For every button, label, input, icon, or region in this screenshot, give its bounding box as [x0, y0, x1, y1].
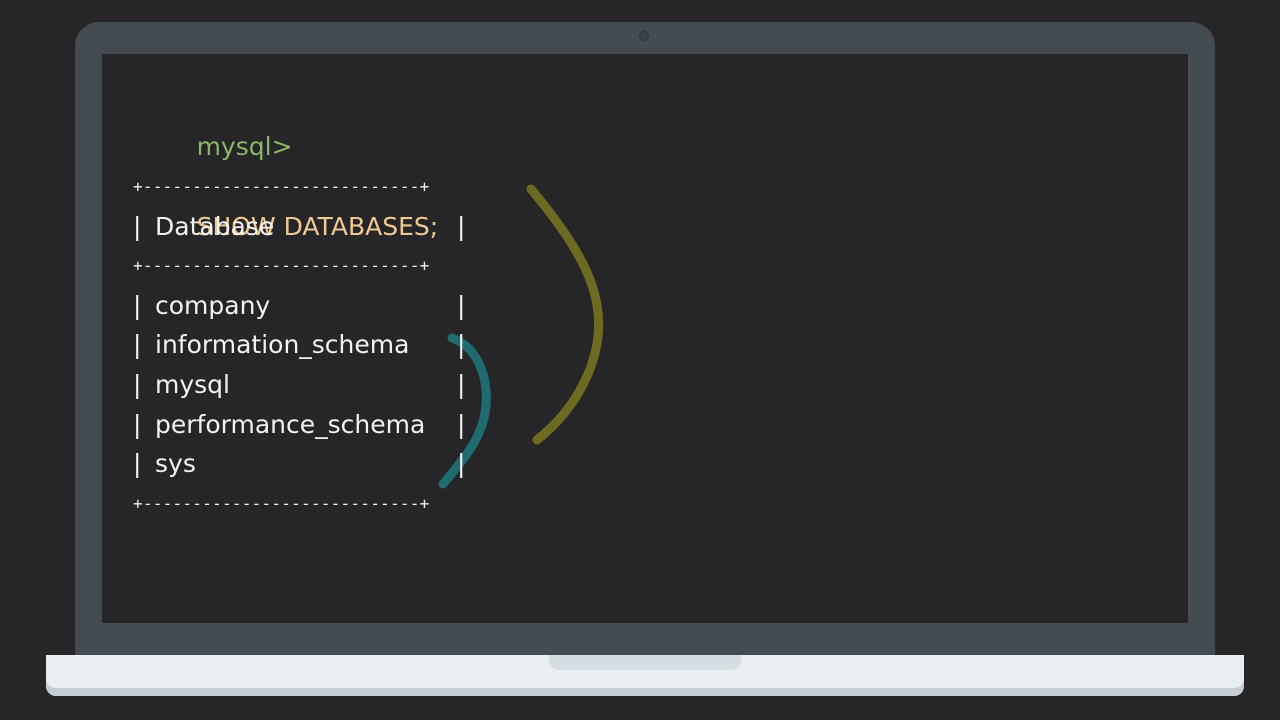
table-top-border: +----------------------------+ [133, 177, 430, 196]
table-cell-left-border: | [133, 449, 142, 479]
table-cell-left-border: | [133, 409, 142, 439]
table-cell-right-border: | [457, 449, 466, 479]
table-cell-right-border: | [457, 290, 466, 320]
table-cell-left-border: | [133, 290, 142, 320]
database-name-company: company [155, 290, 271, 320]
database-column-header: Database [155, 211, 275, 241]
table-cell-left-border: | [133, 369, 142, 399]
query-output: +----------------------------+ | Databas… [133, 167, 473, 523]
mysql-prompt: mysql> [196, 132, 293, 161]
database-name-sys: sys [155, 449, 196, 479]
table-row: | mysql | [133, 365, 473, 405]
database-name-mysql: mysql [155, 369, 230, 399]
table-cell-left-border: | [133, 211, 142, 241]
table-row: | performance_schema | [133, 405, 473, 445]
terminal-screen: mysql> SHOW DATABASES; +----------------… [102, 54, 1188, 623]
table-cell-right-border: | [457, 330, 466, 360]
olive-brace-annotation [526, 184, 604, 445]
laptop-base [46, 655, 1244, 696]
laptop-scene: mysql> SHOW DATABASES; +----------------… [0, 0, 1280, 720]
database-name-information-schema: information_schema [155, 330, 410, 360]
table-row: | company | [133, 286, 473, 326]
table-header-border: +----------------------------+ [133, 256, 430, 276]
table-header-row: | Database | [133, 207, 473, 247]
table-bottom-border: +----------------------------+ [133, 493, 430, 513]
database-name-performance-schema: performance_schema [155, 409, 426, 439]
camera-icon [639, 31, 649, 41]
table-row: | information_schema | [133, 325, 473, 365]
mysql-terminal: mysql> SHOW DATABASES; +----------------… [133, 87, 473, 523]
laptop-hinge-notch [549, 655, 741, 670]
table-cell-right-border: | [457, 211, 466, 241]
table-cell-right-border: | [457, 409, 466, 439]
table-row: | sys | [133, 444, 473, 484]
table-cell-left-border: | [133, 330, 142, 360]
command-line: mysql> SHOW DATABASES; [133, 87, 473, 241]
table-cell-right-border: | [457, 369, 466, 399]
